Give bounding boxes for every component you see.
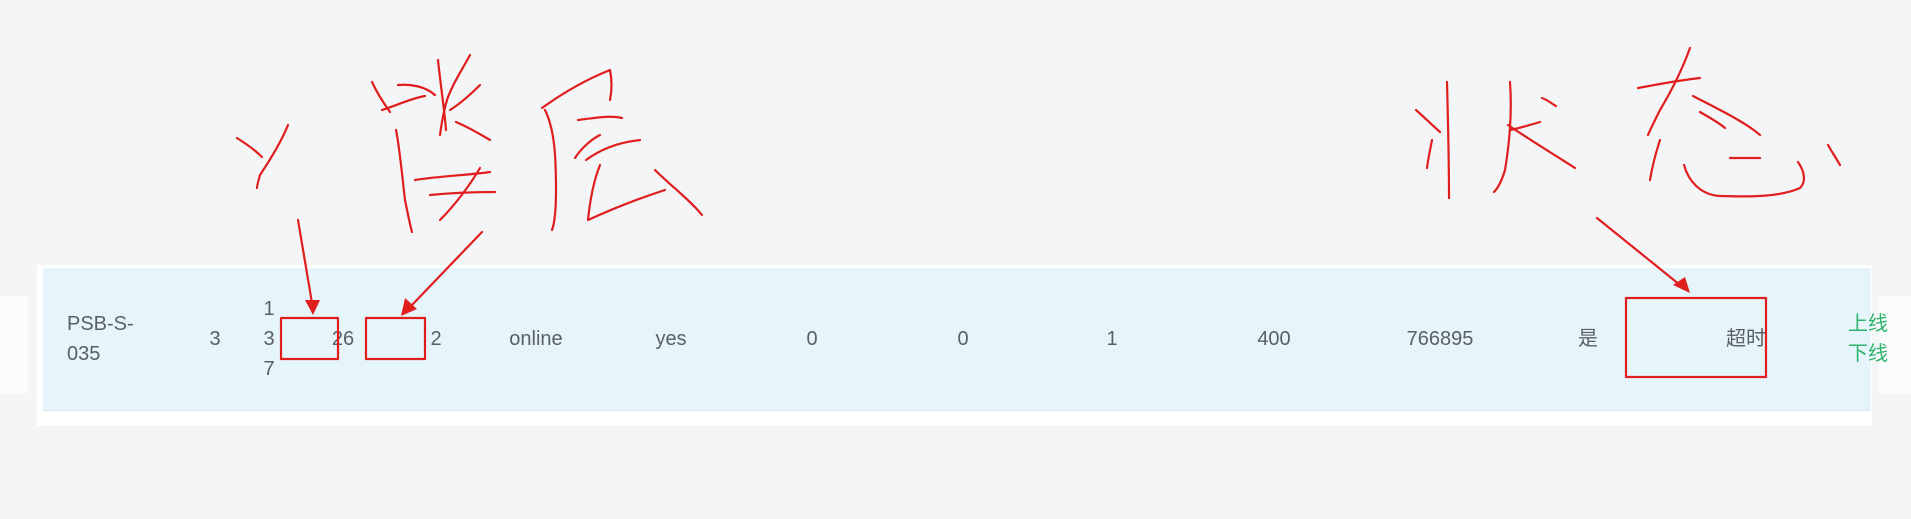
value-cell-5: 766895 bbox=[1406, 328, 1474, 350]
device-id: PSB-S-035 bbox=[67, 313, 134, 365]
annotation-overlay bbox=[235, 46, 1842, 379]
actions-cell: 上线 下线 bbox=[1803, 268, 1911, 410]
value-cell-3: 1 bbox=[1106, 328, 1118, 350]
yes-no-cell: 是 bbox=[1578, 328, 1598, 350]
enabled-cell: yes bbox=[655, 328, 687, 350]
table-row[interactable]: PSB-S-035 3 137 26 2 online yes 0 0 1 40… bbox=[43, 268, 1888, 411]
status-cell: 超时 bbox=[1726, 328, 1766, 350]
online-action-link[interactable]: 上线 bbox=[1848, 309, 1888, 339]
handwriting-scribble-left bbox=[235, 53, 704, 234]
id-number: 137 bbox=[263, 298, 275, 380]
value-cell-2: 0 bbox=[957, 328, 969, 350]
value-cell-1: 0 bbox=[806, 328, 818, 350]
handwriting-scribble-right bbox=[1414, 46, 1842, 200]
side-panel-left bbox=[0, 296, 28, 394]
offline-action-link[interactable]: 下线 bbox=[1848, 339, 1888, 369]
value-cell-4: 400 bbox=[1257, 328, 1291, 350]
network-status-cell: online bbox=[509, 328, 563, 350]
device-cell: PSB-S-035 bbox=[67, 268, 167, 410]
